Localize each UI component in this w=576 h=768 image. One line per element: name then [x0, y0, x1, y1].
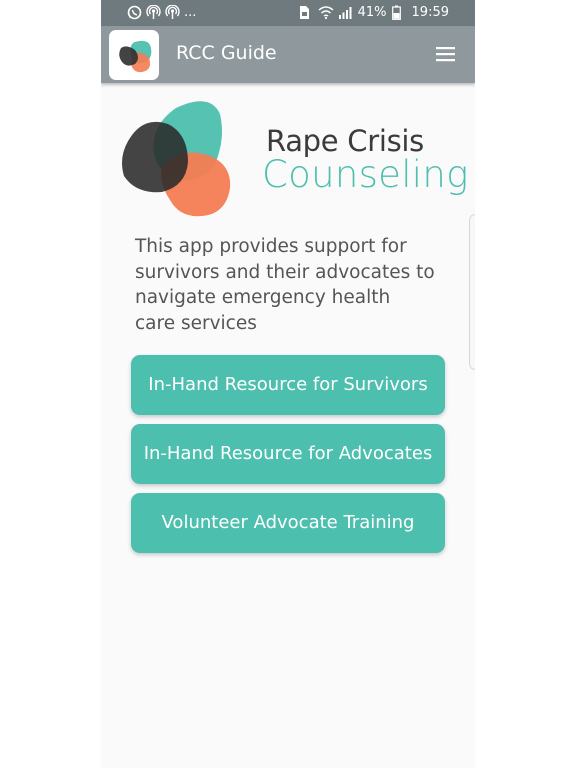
status-right: 41% 19:59	[298, 5, 449, 20]
logo-line-2: Counseling	[262, 153, 469, 196]
status-bar: ... 41% 19:59	[101, 0, 475, 26]
wifi-icon	[318, 5, 334, 20]
advocates-resource-button[interactable]: In-Hand Resource for Advocates	[131, 424, 445, 484]
rcc-logo: Rape Crisis Counseling	[118, 96, 468, 220]
battery-icon	[391, 5, 407, 20]
whatsapp-icon	[127, 5, 142, 20]
status-left: ...	[127, 5, 196, 20]
sim-icon	[298, 5, 313, 20]
battery-percent: 41%	[357, 5, 387, 20]
volunteer-training-button[interactable]: Volunteer Advocate Training	[131, 493, 445, 553]
menu-icon[interactable]	[435, 44, 457, 64]
app-bar: RCC Guide	[101, 26, 475, 83]
broadcast-icon	[165, 5, 180, 20]
status-more-text: ...	[184, 5, 197, 20]
app-logo-icon	[109, 30, 159, 80]
app-description: This app provides support for survivors …	[135, 236, 435, 335]
broadcast-icon	[146, 5, 161, 20]
logo-shapes	[122, 101, 231, 217]
status-time: 19:59	[411, 5, 449, 20]
phone-screen: ... 41% 19:59 RCC Guide Rape Crisis Coun…	[101, 0, 475, 768]
signal-icon	[338, 5, 353, 20]
edge-panel-handle[interactable]	[469, 214, 475, 370]
app-title: RCC Guide	[176, 42, 277, 64]
survivors-resource-button[interactable]: In-Hand Resource for Survivors	[131, 355, 445, 415]
